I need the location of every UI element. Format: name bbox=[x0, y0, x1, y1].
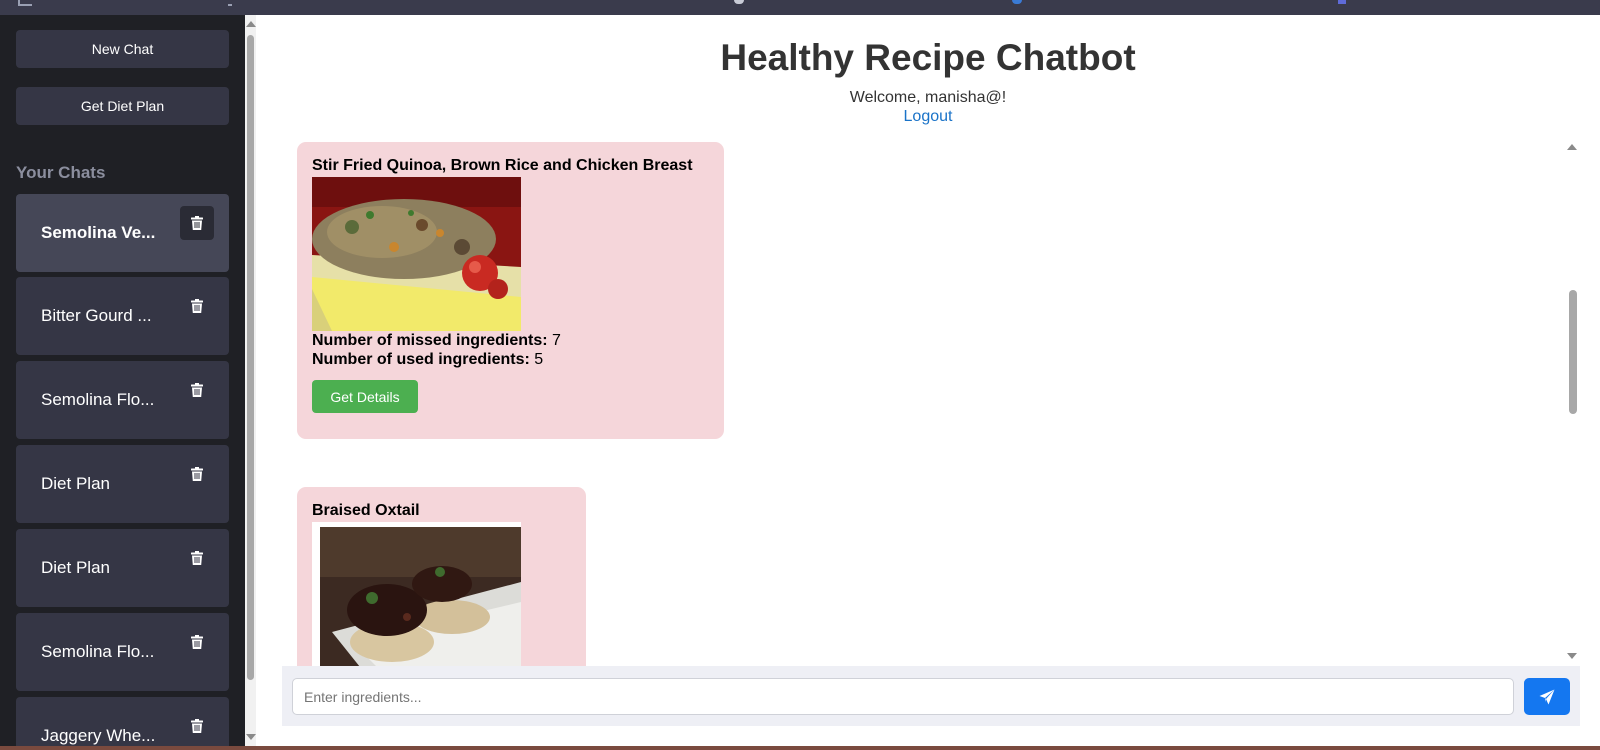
trash-icon bbox=[191, 467, 203, 481]
chat-item[interactable]: Semolina Flo... bbox=[16, 613, 229, 691]
scroll-up-arrow-icon[interactable] bbox=[246, 21, 256, 27]
chat-item[interactable]: Diet Plan bbox=[16, 445, 229, 523]
recipe-title: Braised Oxtail bbox=[312, 502, 420, 519]
recipe-card: Braised Oxtail bbox=[297, 487, 586, 666]
delete-chat-button[interactable] bbox=[180, 289, 214, 323]
logout-link[interactable]: Logout bbox=[256, 108, 1600, 126]
used-ingredients-label: Number of used ingredients: bbox=[312, 351, 530, 368]
get-diet-plan-button[interactable]: Get Diet Plan bbox=[16, 87, 229, 125]
trash-icon bbox=[191, 551, 203, 565]
chat-item-label: Diet Plan bbox=[41, 474, 110, 493]
missed-ingredients-label: Number of missed ingredients: bbox=[312, 332, 548, 349]
taskbar-strip bbox=[0, 746, 1600, 750]
paper-plane-icon bbox=[1539, 689, 1555, 704]
page-title: Healthy Recipe Chatbot bbox=[720, 37, 1136, 78]
trash-icon bbox=[191, 635, 203, 649]
your-chats-heading: Your Chats bbox=[16, 163, 106, 182]
missed-ingredients: Number of missed ingredients: 7 bbox=[312, 331, 709, 350]
chat-item-label: Semolina Flo... bbox=[41, 390, 155, 409]
chat-item[interactable]: Jaggery Whe... bbox=[16, 697, 229, 746]
chat-item-label: Jaggery Whe... bbox=[41, 726, 156, 745]
sidebar-scrollbar[interactable] bbox=[245, 15, 256, 746]
scroll-up-arrow-icon[interactable] bbox=[1567, 144, 1577, 150]
extension-icon bbox=[1338, 0, 1346, 4]
used-ingredients-value: 5 bbox=[534, 351, 544, 368]
recipe-image bbox=[312, 522, 521, 666]
message-list: Stir Fried Quinoa, Brown Rice and Chicke… bbox=[276, 142, 1576, 666]
window-icon bbox=[18, 0, 32, 6]
trash-icon bbox=[191, 299, 203, 313]
tab-indicator-icon bbox=[734, 0, 744, 4]
tab-edge-icon bbox=[228, 0, 232, 6]
recipe-card: Stir Fried Quinoa, Brown Rice and Chicke… bbox=[297, 142, 724, 439]
delete-chat-button[interactable] bbox=[180, 373, 214, 407]
scroll-down-arrow-icon[interactable] bbox=[1567, 653, 1577, 659]
browser-top-strip bbox=[0, 0, 1600, 15]
chat-item[interactable]: Bitter Gourd ... bbox=[16, 277, 229, 355]
used-ingredients: Number of used ingredients: 5 bbox=[312, 350, 709, 369]
new-chat-button[interactable]: New Chat bbox=[16, 30, 229, 68]
ingredients-input[interactable]: Enter ingredients... bbox=[292, 678, 1514, 715]
recipe-image bbox=[312, 177, 521, 331]
scroll-down-arrow-icon[interactable] bbox=[246, 734, 256, 740]
send-button[interactable] bbox=[1524, 678, 1570, 715]
chat-item[interactable]: Diet Plan bbox=[16, 529, 229, 607]
chat-item[interactable]: Semolina Flo... bbox=[16, 361, 229, 439]
chat-item-label: Bitter Gourd ... bbox=[41, 306, 152, 325]
trash-icon bbox=[191, 719, 203, 733]
trash-icon bbox=[191, 383, 203, 397]
chat-item[interactable]: Semolina Ve... bbox=[16, 194, 229, 272]
composer: Enter ingredients... bbox=[282, 666, 1580, 726]
delete-chat-button[interactable] bbox=[180, 206, 214, 240]
chat-scroll-thumb[interactable] bbox=[1569, 290, 1577, 414]
delete-chat-button[interactable] bbox=[180, 541, 214, 575]
sidebar: New Chat Get Diet Plan Your Chats Semoli… bbox=[0, 15, 245, 746]
delete-chat-button[interactable] bbox=[180, 709, 214, 743]
chat-main: Healthy Recipe Chatbot Welcome, manisha@… bbox=[256, 15, 1600, 746]
trash-icon bbox=[191, 216, 203, 230]
missed-ingredients-value: 7 bbox=[552, 332, 561, 349]
delete-chat-button[interactable] bbox=[180, 625, 214, 659]
chat-item-label: Semolina Ve... bbox=[41, 223, 156, 242]
recipe-title: Stir Fried Quinoa, Brown Rice and Chicke… bbox=[312, 157, 693, 174]
chat-scrollbar[interactable] bbox=[1565, 142, 1580, 666]
chat-item-label: Diet Plan bbox=[41, 558, 110, 577]
delete-chat-button[interactable] bbox=[180, 457, 214, 491]
chat-item-label: Semolina Flo... bbox=[41, 642, 155, 661]
welcome-text: Welcome, manisha@! bbox=[849, 89, 1007, 106]
profile-icon bbox=[1012, 0, 1022, 4]
sidebar-scroll-thumb[interactable] bbox=[247, 35, 254, 680]
get-details-button[interactable]: Get Details bbox=[312, 380, 418, 413]
